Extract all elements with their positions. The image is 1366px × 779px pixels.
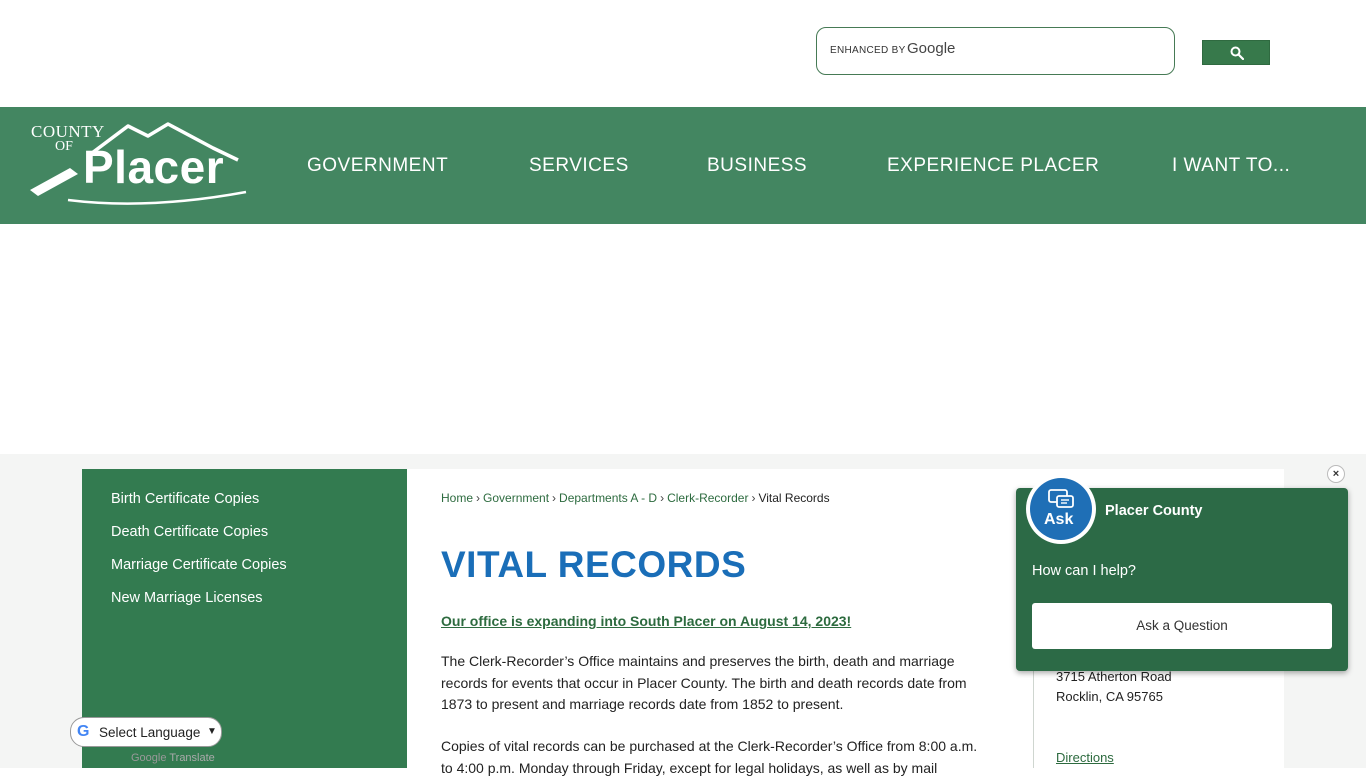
banner-area: [0, 224, 1366, 454]
chat-avatar-badge: Ask: [1030, 478, 1092, 540]
logo-of-text: OF: [55, 139, 73, 155]
sidebar-item-marriage-certificates[interactable]: Marriage Certificate Copies: [111, 557, 287, 573]
search-button[interactable]: [1202, 40, 1270, 65]
south-placer-notice-link[interactable]: Our office is expanding into South Place…: [441, 613, 851, 629]
powered-by-google-translate[interactable]: Google Translate: [131, 752, 215, 764]
address-line-2: Rocklin, CA 95765: [1056, 689, 1163, 704]
sidebar-item-death-certificates[interactable]: Death Certificate Copies: [111, 524, 268, 540]
google-brand-text: Google: [131, 752, 166, 764]
language-select-label: Select Language: [99, 725, 200, 740]
copies-paragraph: Copies of vital records can be purchased…: [441, 736, 996, 779]
language-select[interactable]: G Select Language ▼: [70, 717, 222, 747]
breadcrumb-current: Vital Records: [758, 491, 829, 505]
breadcrumb-separator: ›: [476, 491, 480, 505]
nav-services[interactable]: SERVICES: [529, 155, 629, 177]
county-logo[interactable]: COUNTY OF Placer: [28, 118, 250, 210]
intro-line: records for events that occur in Placer …: [441, 673, 996, 695]
search-icon: [1230, 46, 1244, 60]
sidebar-item-birth-certificates[interactable]: Birth Certificate Copies: [111, 491, 259, 507]
chat-title: Placer County: [1105, 503, 1203, 519]
page-title: VITAL RECORDS: [441, 544, 746, 586]
breadcrumb-government[interactable]: Government: [483, 491, 549, 505]
breadcrumb-clerk-recorder[interactable]: Clerk-Recorder: [667, 491, 748, 505]
chat-avatar[interactable]: Ask: [1026, 474, 1096, 544]
chat-ask-label: Ask: [1044, 511, 1073, 529]
copies-line: to 4:00 p.m. Monday through Friday, exce…: [441, 758, 996, 779]
translate-brand-text: Translate: [169, 752, 214, 764]
nav-business[interactable]: BUSINESS: [707, 155, 807, 177]
nav-i-want-to[interactable]: I WANT TO...: [1172, 155, 1290, 177]
copies-line: Copies of vital records can be purchased…: [441, 736, 996, 758]
breadcrumb: Home›Government›Departments A - D›Clerk-…: [441, 491, 830, 505]
chat-bubbles-icon: [1030, 478, 1092, 540]
nav-government[interactable]: GOVERNMENT: [307, 155, 448, 177]
breadcrumb-home[interactable]: Home: [441, 491, 473, 505]
breadcrumb-departments[interactable]: Departments A - D: [559, 491, 657, 505]
chevron-down-icon: ▼: [207, 726, 217, 737]
sidebar-item-marriage-licenses[interactable]: New Marriage Licenses: [111, 590, 263, 606]
intro-line: 1873 to present and marriage records dat…: [441, 694, 996, 716]
search-input[interactable]: ENHANCED BY Google: [816, 27, 1175, 75]
close-icon[interactable]: ×: [1327, 465, 1345, 483]
chat-prompt: How can I help?: [1032, 563, 1136, 579]
search-google-label: Google: [907, 40, 955, 57]
ask-question-button[interactable]: Ask a Question: [1032, 603, 1332, 649]
address-line-1: 3715 Atherton Road: [1056, 669, 1172, 684]
nav-experience-placer[interactable]: EXPERIENCE PLACER: [887, 155, 1099, 177]
directions-link[interactable]: Directions: [1056, 750, 1114, 765]
intro-paragraph: The Clerk-Recorder’s Office maintains an…: [441, 651, 996, 716]
breadcrumb-separator: ›: [751, 491, 755, 505]
breadcrumb-separator: ›: [552, 491, 556, 505]
google-g-icon: G: [77, 723, 89, 741]
breadcrumb-separator: ›: [660, 491, 664, 505]
intro-line: The Clerk-Recorder’s Office maintains an…: [441, 651, 996, 673]
search-enhanced-label: ENHANCED BY: [830, 45, 906, 56]
logo-placer-text: Placer: [83, 140, 224, 194]
